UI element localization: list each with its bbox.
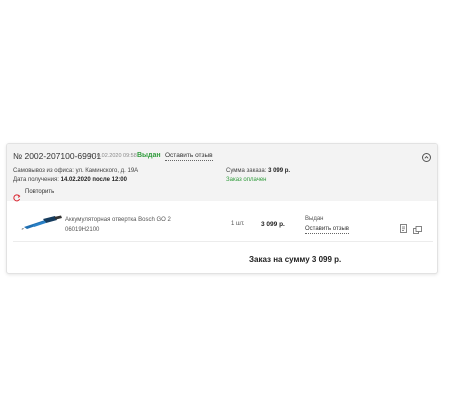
order-sum-label: Сумма заказа: bbox=[226, 168, 267, 174]
order-item-row: Аккумуляторная отвертка Bosch GO 2 06019… bbox=[13, 208, 433, 242]
order-status: Выдан bbox=[137, 152, 161, 159]
item-status: Выдан bbox=[305, 216, 324, 222]
repeat-order-button[interactable]: Повторить bbox=[25, 189, 54, 195]
receive-date: Дата получения: 14.02.2020 после 12:00 bbox=[13, 177, 127, 183]
item-price: 3 099 р. bbox=[261, 221, 285, 228]
repeat-icon[interactable] bbox=[13, 189, 21, 202]
receive-date-value: 14.02.2020 после 12:00 bbox=[60, 177, 127, 183]
payment-status: Заказ оплачен bbox=[226, 177, 267, 183]
order-sum-value: 3 099 р. bbox=[268, 168, 291, 174]
receive-date-label: Дата получения: bbox=[13, 177, 59, 183]
product-sku: 06019H2100 bbox=[65, 227, 100, 233]
document-icon[interactable] bbox=[400, 220, 408, 233]
product-name[interactable]: Аккумуляторная отвертка Bosch GO 2 bbox=[65, 217, 171, 223]
order-sum: Сумма заказа: 3 099 р. bbox=[226, 168, 290, 174]
order-card: № 2002-207100-69901 от 10.02.2020 09:58 … bbox=[6, 143, 438, 274]
item-quantity: 1 шт. bbox=[231, 221, 245, 227]
item-leave-feedback-link[interactable]: Оставить отзыв bbox=[305, 226, 349, 234]
order-date: от 10.02.2020 09:58 bbox=[87, 153, 137, 159]
pickup-address: Самовывоз из офиса: ул. Каминского, д. 1… bbox=[13, 168, 139, 174]
order-total: Заказ на сумму 3 099 р. bbox=[249, 255, 342, 264]
product-image[interactable] bbox=[21, 214, 65, 232]
order-header: № 2002-207100-69901 от 10.02.2020 09:58 … bbox=[7, 144, 437, 202]
chevron-up-icon[interactable] bbox=[422, 153, 431, 162]
compare-icon[interactable] bbox=[413, 221, 422, 234]
leave-feedback-link[interactable]: Оставить отзыв bbox=[165, 152, 213, 161]
